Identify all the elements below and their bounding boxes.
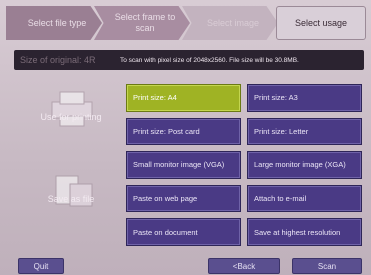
quit-button[interactable]: Quit — [18, 258, 64, 274]
option-print-a3[interactable]: Print size: A3 — [247, 84, 362, 112]
mode-save-as-file[interactable]: Save as file — [16, 164, 126, 228]
back-button[interactable]: <Back — [208, 258, 280, 274]
mode-panel: Use for printing Save as file — [16, 82, 126, 242]
option-print-letter[interactable]: Print size: Letter — [247, 117, 362, 146]
step-select-usage[interactable]: Select usage — [276, 6, 366, 40]
wizard-steps: Select file type Select frame to scan Se… — [6, 6, 366, 40]
mode-use-for-printing[interactable]: Use for printing — [16, 82, 126, 146]
scan-info-message: To scan with pixel size of 2048x2560. Fi… — [120, 56, 299, 64]
option-small-monitor[interactable]: Small monitor image (VGA) — [126, 151, 241, 179]
original-size-label: Size of original: 4R — [20, 55, 96, 65]
file-icon — [55, 175, 93, 207]
step-select-file-type[interactable]: Select file type — [6, 6, 102, 40]
info-bar: Size of original: 4R To scan with pixel … — [14, 50, 364, 70]
mode-label: Save as file — [47, 194, 95, 204]
step-select-image[interactable]: Select image — [182, 6, 278, 40]
option-print-a4[interactable]: Print size: A4 — [126, 84, 241, 112]
option-document[interactable]: Paste on document — [126, 218, 241, 246]
printer-icon — [51, 91, 93, 127]
option-email[interactable]: Attach to e-mail — [247, 184, 362, 213]
mode-label: Use for printing — [40, 112, 102, 122]
scan-button[interactable]: Scan — [292, 258, 362, 274]
scan-wizard-screen: Select file type Select frame to scan Se… — [0, 0, 371, 275]
step-select-frame[interactable]: Select frame to scan — [94, 6, 190, 40]
option-print-postcard[interactable]: Print size: Post card — [126, 117, 241, 146]
option-web-page[interactable]: Paste on web page — [126, 184, 241, 213]
usage-options: Print size: A4 Print size: A3 Print size… — [126, 84, 362, 246]
option-large-monitor[interactable]: Large monitor image (XGA) — [247, 151, 362, 179]
option-highest-resolution[interactable]: Save at highest resolution — [247, 218, 362, 246]
